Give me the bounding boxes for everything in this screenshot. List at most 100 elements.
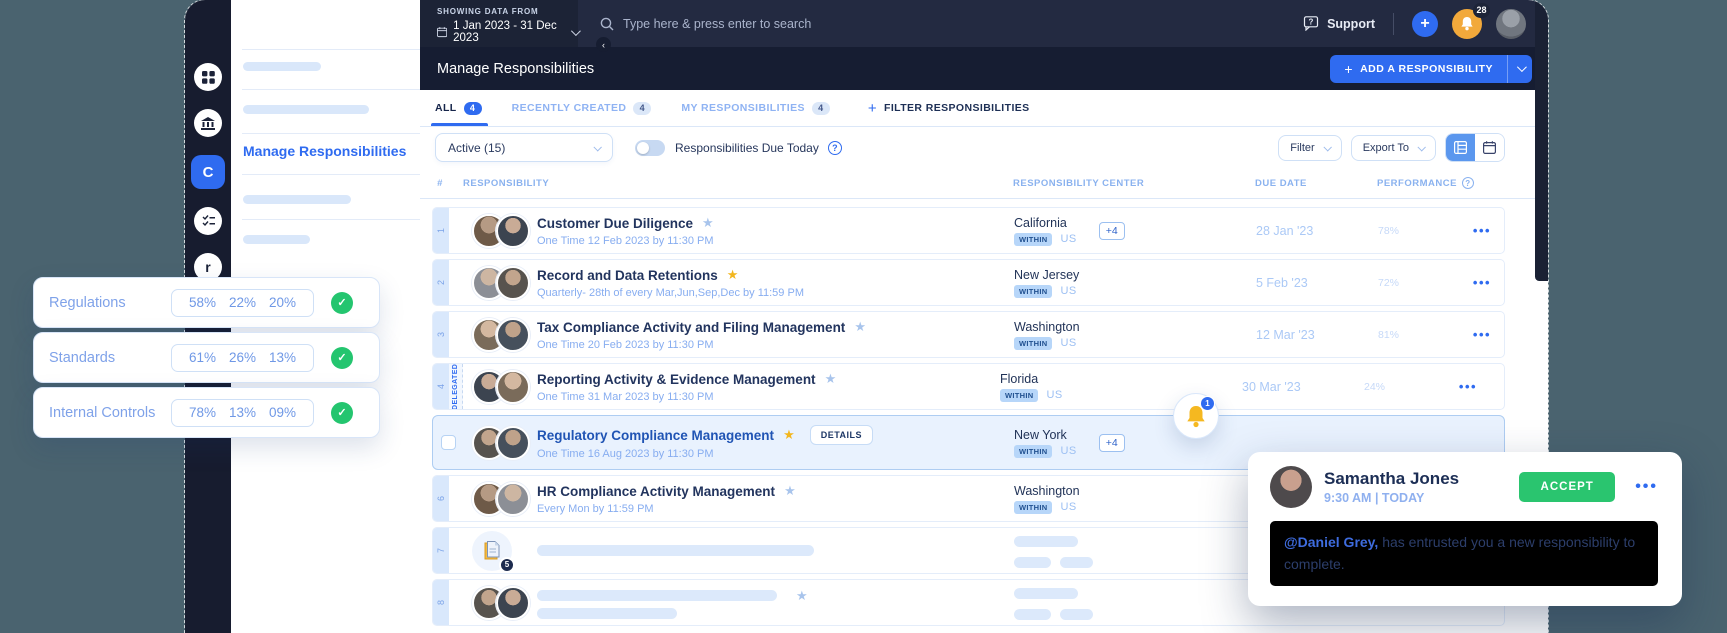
row-number: 6	[433, 476, 449, 521]
percent-value: 58%	[189, 295, 216, 310]
table-row[interactable]: 1 Customer Due Diligence One Time 12 Feb…	[432, 207, 1505, 254]
due-date: 5 Feb '23	[1256, 260, 1378, 305]
logo-letter: C	[203, 164, 214, 181]
performance-value: 24%	[1364, 364, 1444, 409]
support-chat-icon: ?	[1302, 16, 1319, 31]
skeleton-bar	[537, 608, 677, 619]
percent-value: 20%	[269, 295, 296, 310]
accept-button[interactable]: ACCEPT	[1519, 472, 1615, 502]
due-today-label: Responsibilities Due Today	[675, 141, 819, 155]
active-module-icon[interactable]: C	[191, 155, 225, 189]
quick-add-button[interactable]: +	[1412, 11, 1438, 37]
export-dropdown[interactable]: Export To	[1351, 135, 1436, 161]
filter-responsibilities-label: FILTER RESPONSIBILITIES	[884, 102, 1030, 114]
extra-count-chip[interactable]: +4	[1099, 222, 1125, 240]
assignee-avatars	[463, 416, 529, 469]
support-button[interactable]: ? Support	[1302, 16, 1375, 31]
avatar	[496, 214, 530, 248]
ellipsis-icon	[1459, 378, 1477, 396]
topbar-divider	[1393, 13, 1394, 35]
responsibility-title[interactable]: Regulatory Compliance Management	[537, 428, 774, 443]
institution-icon[interactable]	[194, 109, 222, 137]
table-row[interactable]: 2 Record and Data Retentions Quarterly- …	[432, 259, 1505, 306]
table-header: # RESPONSIBILITY RESPONSIBILITY CENTER D…	[420, 168, 1548, 199]
row-number: 2	[433, 260, 449, 305]
search-input[interactable]	[623, 17, 943, 31]
nav-skeleton-item	[243, 62, 321, 71]
mention-link[interactable]: @Daniel Grey,	[1284, 534, 1378, 550]
calendar-view-button[interactable]	[1475, 134, 1504, 161]
col-header-num: #	[432, 178, 448, 189]
summary-card-label: Regulations	[49, 295, 171, 311]
nav-item-manage-responsibilities[interactable]: Manage Responsibilities	[243, 143, 406, 159]
percent-value: 13%	[269, 350, 296, 365]
row-checkbox[interactable]	[441, 435, 456, 450]
tab-recently-created[interactable]: RECENTLY CREATED 4	[512, 90, 652, 126]
due-date: 12 Mar '23	[1256, 312, 1378, 357]
filter-row: Active (15) Responsibilities Due Today ?…	[420, 127, 1548, 168]
performance-help-icon[interactable]: ?	[1462, 177, 1474, 189]
assignee-avatars	[449, 312, 529, 357]
responsibility-title[interactable]: Record and Data Retentions	[537, 268, 718, 283]
tab-my-responsibilities[interactable]: MY RESPONSIBILITIES 4	[681, 90, 830, 126]
add-responsibility-label: ADD A RESPONSIBILITY	[1360, 63, 1493, 75]
details-button[interactable]: DETAILS	[810, 425, 873, 445]
tasks-icon[interactable]	[194, 207, 222, 235]
add-responsibility-dropdown[interactable]	[1508, 55, 1532, 83]
responsibility-schedule: One Time 12 Feb 2023 by 11:30 PM	[537, 235, 1014, 247]
add-responsibility-button[interactable]: + ADD A RESPONSIBILITY	[1330, 55, 1532, 83]
row-actions-menu[interactable]	[1458, 260, 1505, 305]
responsibility-schedule: Quarterly- 28th of every Mar,Jun,Sep,Dec…	[537, 287, 1014, 299]
skeleton-bar	[1014, 609, 1051, 620]
star-icon[interactable]	[854, 318, 866, 336]
skeleton-bar	[1014, 557, 1051, 568]
svg-text:?: ?	[1309, 18, 1314, 27]
due-today-toggle[interactable]	[635, 140, 665, 156]
responsibility-schedule: Every Mon by 11:59 PM	[537, 503, 1014, 515]
responsibility-title[interactable]: Tax Compliance Activity and Filing Manag…	[537, 320, 845, 335]
list-view-button[interactable]	[1446, 134, 1475, 161]
extra-count-chip[interactable]: +4	[1099, 434, 1125, 452]
star-icon[interactable]	[783, 426, 795, 444]
row-actions-menu[interactable]	[1458, 208, 1505, 253]
chevron-down-icon	[593, 143, 601, 151]
filter-responsibilities-button[interactable]: + FILTER RESPONSIBILITIES	[868, 100, 1030, 117]
star-icon[interactable]	[825, 370, 837, 388]
page-title: Manage Responsibilities	[437, 61, 594, 77]
date-range-picker[interactable]: SHOWING DATA FROM 1 Jan 2023 - 31 Dec 20…	[420, 0, 578, 47]
row-actions-menu[interactable]	[1458, 312, 1505, 357]
chevron-down-icon	[571, 26, 581, 36]
star-icon[interactable]	[784, 482, 796, 500]
percent-value: 09%	[269, 405, 296, 420]
summary-card-label: Internal Controls	[49, 405, 171, 421]
tab-bar: ALL 4 RECENTLY CREATED 4 MY RESPONSIBILI…	[420, 90, 1548, 127]
responsibility-title[interactable]: Customer Due Diligence	[537, 216, 693, 231]
notification-card: Samantha Jones 9:30 AM | TODAY ACCEPT @D…	[1248, 452, 1682, 606]
country-label: US	[1060, 501, 1076, 513]
performance-value: 78%	[1378, 208, 1458, 253]
filter-dropdown[interactable]: Filter	[1278, 135, 1341, 161]
nav-skeleton-item	[243, 105, 369, 114]
table-row[interactable]: 4 DELEGATED Reporting Activity & Evidenc…	[432, 363, 1505, 410]
plus-glyph: +	[1344, 61, 1353, 77]
row-number: 3	[433, 312, 449, 357]
top-bar: SHOWING DATA FROM 1 Jan 2023 - 31 Dec 20…	[420, 0, 1548, 47]
country-label: US	[1060, 233, 1076, 245]
apps-grid-icon[interactable]	[194, 63, 222, 91]
status-select[interactable]: Active (15)	[435, 133, 613, 162]
notification-menu[interactable]	[1635, 478, 1658, 496]
responsibility-title[interactable]: HR Compliance Activity Management	[537, 484, 775, 499]
notifications-button[interactable]: 28	[1452, 9, 1482, 39]
responsibility-title[interactable]: Reporting Activity & Evidence Management	[537, 372, 816, 387]
floating-notification-bell[interactable]: 1	[1173, 393, 1219, 439]
due-date: 28 Jan '23	[1256, 208, 1378, 253]
tab-all[interactable]: ALL 4	[435, 90, 482, 126]
row-actions-menu[interactable]	[1444, 364, 1492, 409]
percent-value: 26%	[229, 350, 256, 365]
table-row[interactable]: 3 Tax Compliance Activity and Filing Man…	[432, 311, 1505, 358]
collapse-nav-button[interactable]: ‹	[596, 37, 611, 52]
help-icon[interactable]: ?	[828, 141, 842, 155]
star-icon[interactable]	[727, 266, 739, 284]
star-icon[interactable]	[702, 214, 714, 232]
user-avatar[interactable]	[1496, 9, 1526, 39]
